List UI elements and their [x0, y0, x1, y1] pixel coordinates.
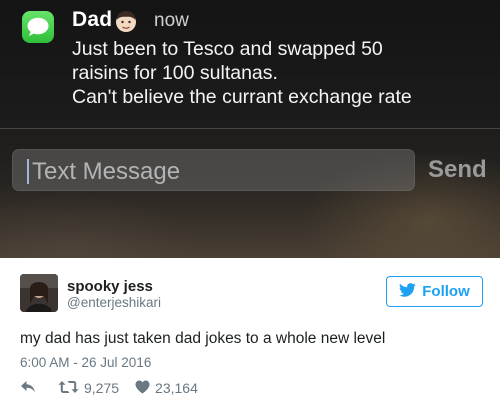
retweet-icon: [58, 380, 79, 397]
twitter-bird-icon: [399, 282, 416, 301]
man-face-emoji-icon: [114, 9, 138, 38]
notification-divider: [0, 128, 500, 129]
like-button[interactable]: 23,164: [135, 380, 198, 397]
message-line-3: Can't believe the currant exchange rate: [72, 86, 412, 108]
reply-icon: [20, 380, 36, 397]
tweet-text: my dad has just taken dad jokes to a who…: [20, 330, 386, 347]
text-message-placeholder: Text Message: [32, 158, 181, 185]
tweet-card: spooky jess @enterjeshikari Follow my da…: [0, 258, 500, 412]
follow-button-label: Follow: [422, 283, 470, 300]
message-line-1: Just been to Tesco and swapped 50: [72, 38, 383, 60]
sms-notification: Dad now Just been to Tesco and swapped 5…: [0, 0, 500, 258]
messages-app-icon: [22, 11, 54, 43]
tweet-handle[interactable]: @enterjeshikari: [67, 295, 161, 310]
notification-time: now: [154, 10, 189, 31]
heart-icon: [135, 380, 150, 397]
send-button[interactable]: Send: [428, 156, 487, 184]
retweet-count: 9,275: [84, 380, 120, 396]
background-blur-left: [0, 190, 200, 258]
message-line-2: raisins for 100 sultanas.: [72, 62, 278, 84]
tweet-display-name[interactable]: spooky jess: [67, 278, 153, 295]
reply-button[interactable]: [20, 380, 36, 397]
avatar[interactable]: [20, 274, 58, 312]
tweet-timestamp[interactable]: 6:00 AM - 26 Jul 2016: [20, 355, 151, 370]
tweet-actions: 9,275 23,164: [20, 378, 198, 398]
text-cursor: [27, 159, 29, 184]
notification-sender: Dad: [72, 8, 113, 31]
follow-button[interactable]: Follow: [386, 276, 483, 307]
text-message-input[interactable]: Text Message: [12, 149, 415, 191]
like-count: 23,164: [155, 380, 198, 396]
retweet-button[interactable]: 9,275: [58, 380, 119, 397]
